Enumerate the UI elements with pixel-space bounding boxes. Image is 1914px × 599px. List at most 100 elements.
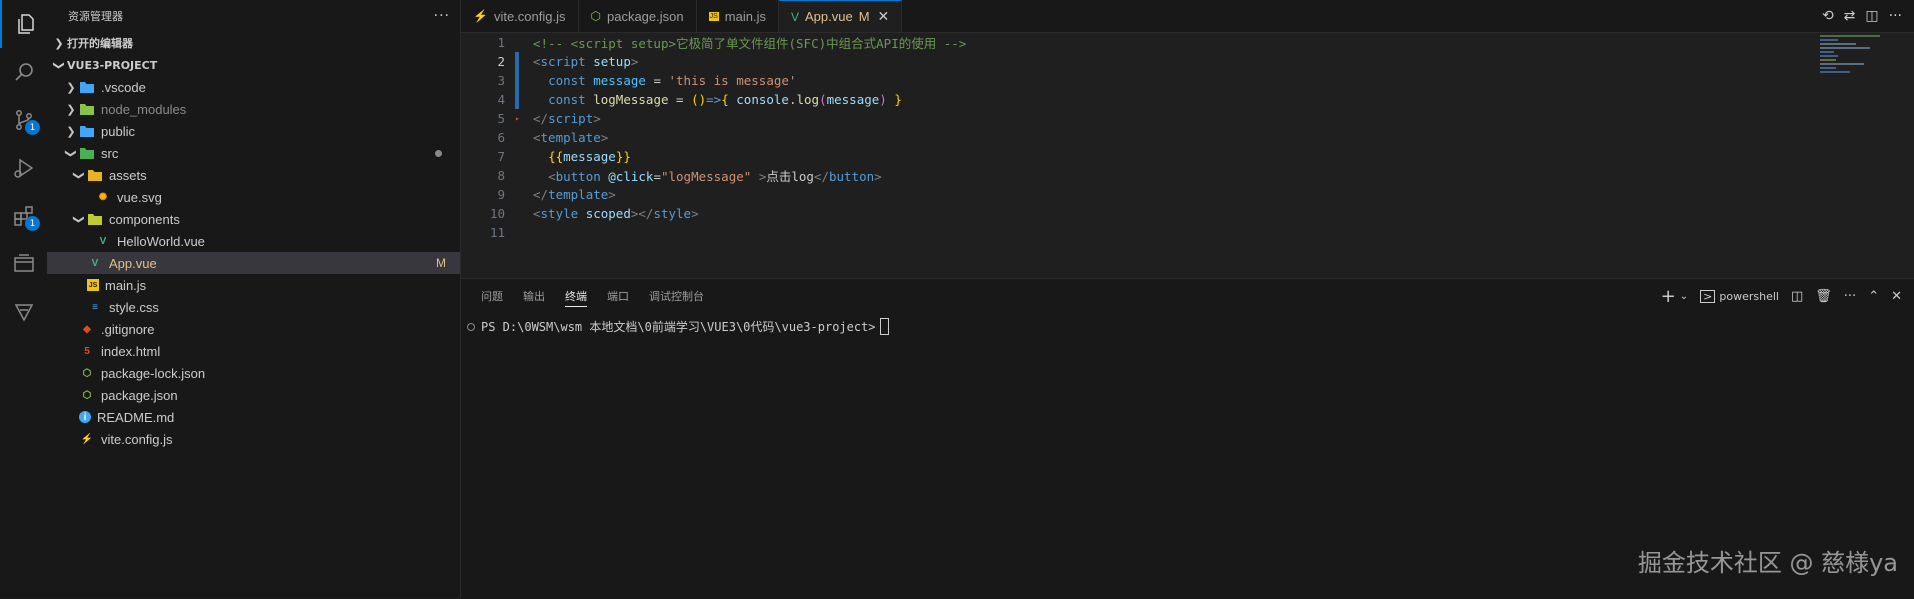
terminal-icon: >: [1700, 289, 1716, 303]
code-token: }}: [615, 149, 631, 164]
tree-file[interactable]: V App.vue M: [47, 252, 460, 274]
tree-file[interactable]: ⬡ package-lock.json: [47, 362, 460, 384]
command-decoration-icon[interactable]: [467, 322, 475, 331]
badge-count: 1: [25, 120, 40, 135]
chevron-up-icon[interactable]: ⌃: [1868, 289, 1879, 304]
testing-activity[interactable]: [0, 288, 47, 336]
terminal[interactable]: PS D:\0WSM\wsm 本地文档\0前端学习\VUE3\0代码\vue3-…: [461, 313, 1914, 335]
tab-package-json[interactable]: ⬡ package.json: [578, 0, 697, 32]
code-editor[interactable]: 1 <!-- <script setup>它极简了单文件组件(SFC)中组合式AP…: [461, 33, 1914, 277]
more-actions-icon[interactable]: ···: [1844, 289, 1856, 304]
tree-folder[interactable]: ❯ .vscode: [47, 76, 460, 98]
more-actions-icon[interactable]: ···: [1889, 8, 1902, 24]
code-token: button: [828, 169, 875, 184]
tree-folder[interactable]: ❯ src: [47, 142, 460, 164]
code-token: message: [593, 73, 646, 88]
remote-explorer-activity[interactable]: [0, 240, 47, 288]
code-line[interactable]: 1 <!-- <script setup>它极简了单文件组件(SFC)中组合式AP…: [461, 33, 1914, 52]
tree-folder[interactable]: ❯ components: [47, 208, 460, 230]
project-section[interactable]: ❯ VUE3-PROJECT: [47, 54, 460, 76]
timeline-icon[interactable]: ⟲: [1822, 8, 1834, 24]
code-token: "logMessage": [660, 169, 752, 184]
tab-main-js[interactable]: JS main.js: [696, 0, 779, 32]
open-editors-section[interactable]: ❯ 打开的编辑器: [47, 32, 460, 54]
chevron-right-icon: ❯: [66, 103, 76, 116]
chevron-down-icon[interactable]: ⌄: [1680, 291, 1688, 302]
code-token: button: [555, 169, 601, 184]
tab-App-vue[interactable]: V App.vue M ✕: [778, 0, 903, 32]
code-line[interactable]: 9 </template>: [461, 185, 1914, 204]
tree-file[interactable]: ≡ style.css: [47, 296, 460, 318]
line-number: 3: [497, 73, 505, 88]
html-icon: 5: [84, 345, 90, 357]
file-name: HelloWorld.vue: [117, 233, 205, 249]
panel-tab[interactable]: 问题: [481, 279, 503, 313]
chevron-down-icon: ❯: [64, 148, 77, 158]
chevron-right-icon: ❯: [54, 36, 64, 50]
css-icon: ≡: [92, 301, 98, 313]
tree-folder[interactable]: ❯ assets: [47, 164, 460, 186]
tree-folder[interactable]: ❯ node_modules: [47, 98, 460, 120]
tree-folder[interactable]: ❯ public: [47, 120, 460, 142]
code-token: <: [533, 206, 541, 221]
tab-label: App.vue: [804, 9, 853, 24]
shell-name[interactable]: powershell: [1719, 290, 1779, 303]
code-token: {{: [548, 149, 564, 164]
code-line[interactable]: 5 ▸ </script>: [461, 109, 1914, 128]
panel-tab[interactable]: 终端: [565, 279, 587, 313]
close-icon[interactable]: ✕: [878, 8, 890, 25]
tree-file[interactable]: JS main.js: [47, 274, 460, 296]
panel-tab[interactable]: 输出: [523, 279, 545, 313]
split-terminal-icon[interactable]: ◫: [1791, 289, 1803, 304]
code-line[interactable]: 4 const logMessage = ()=>{ console.log(m…: [461, 90, 1914, 109]
minimap[interactable]: [1820, 33, 1900, 93]
node-icon: ⬡: [82, 389, 92, 401]
tree-file[interactable]: ✺ vue.svg: [47, 186, 460, 208]
tree-file[interactable]: ◆ .gitignore: [47, 318, 460, 340]
tree-file[interactable]: ⬡ package.json: [47, 384, 460, 406]
compare-changes-icon[interactable]: ⇄: [1844, 8, 1856, 24]
split-editor-icon[interactable]: ◫: [1865, 8, 1878, 24]
code-line[interactable]: 10 <style scoped></style>: [461, 204, 1914, 223]
code-line[interactable]: 11: [461, 223, 1914, 242]
close-icon[interactable]: ✕: [1891, 289, 1902, 304]
more-actions-icon[interactable]: ···: [434, 8, 450, 24]
code-line[interactable]: 6 <template>: [461, 128, 1914, 147]
search-activity[interactable]: [0, 48, 47, 96]
chevron-down-icon: ❯: [72, 214, 85, 224]
extensions-activity[interactable]: 1: [0, 192, 47, 240]
terminal-prompt: PS D:\0WSM\wsm 本地文档\0前端学习\VUE3\0代码\vue3-…: [481, 320, 876, 334]
code-token: template: [540, 130, 601, 145]
tab-vite-config-js[interactable]: ⚡ vite.config.js: [461, 0, 579, 32]
tree-file[interactable]: i README.md: [47, 406, 460, 428]
code-line[interactable]: 2 <script setup>: [461, 52, 1914, 71]
line-number: 4: [497, 92, 505, 107]
code-token: </: [813, 169, 829, 184]
tree-file[interactable]: ⚡ vite.config.js: [47, 428, 460, 450]
tree-file[interactable]: V HelloWorld.vue: [47, 230, 460, 252]
tree-file[interactable]: 5 index.html: [47, 340, 460, 362]
vue-icon: V: [91, 257, 99, 269]
open-editors-label: 打开的编辑器: [67, 37, 133, 50]
vue-icon: V: [790, 9, 799, 24]
line-number: 7: [497, 149, 505, 164]
source-control-activity[interactable]: 1: [0, 96, 47, 144]
panel-tab[interactable]: 端口: [607, 279, 629, 313]
gutter-change-marker: [515, 90, 519, 109]
code-line[interactable]: 3 const message = 'this is message': [461, 71, 1914, 90]
activity-bar: 11: [0, 0, 48, 598]
panel-tab[interactable]: 调试控制台: [649, 279, 704, 313]
line-number: 10: [489, 206, 505, 221]
new-terminal-icon[interactable]: +: [1661, 286, 1676, 307]
trash-icon[interactable]: 🗑: [1815, 289, 1832, 304]
gutter-change-marker: [515, 128, 519, 147]
code-token: template: [548, 187, 609, 202]
code-line[interactable]: 7 {{message}}: [461, 147, 1914, 166]
files-icon: [14, 12, 38, 36]
testing-icon: [12, 300, 36, 324]
run-debug-activity[interactable]: [0, 144, 47, 192]
code-line[interactable]: 8 <button @click="logMessage" >点击log</bu…: [461, 166, 1914, 185]
files-activity[interactable]: [0, 0, 49, 48]
gutter-change-marker: [515, 223, 519, 242]
code-token: script: [548, 111, 594, 126]
